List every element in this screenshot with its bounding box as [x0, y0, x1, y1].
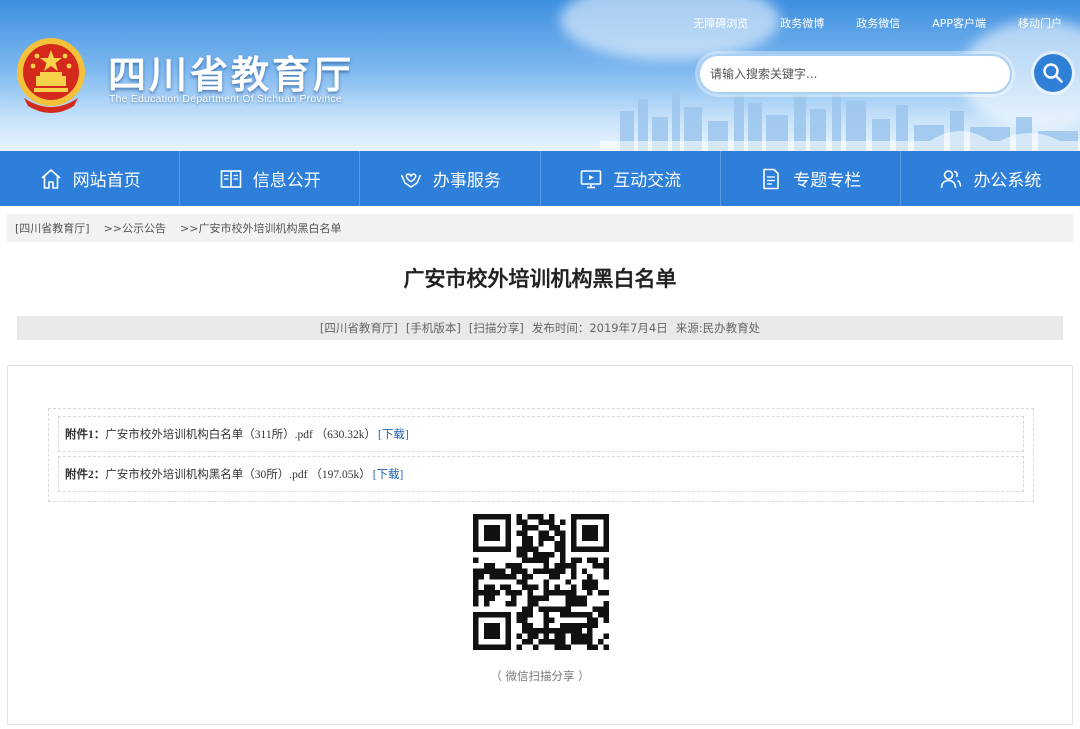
book-icon	[220, 169, 242, 188]
search-input[interactable]	[710, 64, 1000, 84]
nav-item-home[interactable]: 网站首页	[0, 151, 181, 206]
attachment-item: 附件2： 广安市校外培训机构黑名单（30所）.pdf （197.05k） [下载…	[58, 456, 1024, 492]
nav-item-interaction[interactable]: 互动交流	[541, 151, 721, 206]
nav-label: 信息公开	[252, 171, 321, 191]
search-button[interactable]	[1034, 54, 1072, 92]
mobile-portal-link[interactable]: 移动门户	[1018, 15, 1062, 31]
accessibility-link[interactable]: 无障碍浏览	[693, 15, 748, 31]
download-link[interactable]: [下载]	[373, 466, 404, 482]
nav-item-services[interactable]: 办事服务	[360, 151, 541, 206]
attachments-list: 附件1： 广安市校外培训机构白名单（311所）.pdf （630.32k） [下…	[48, 408, 1034, 502]
article-origin: 来源:民办教育处	[675, 321, 761, 335]
nav-label: 办事服务	[432, 171, 501, 191]
nav-label: 办公系统	[973, 171, 1042, 191]
wechat-share-qr-code	[473, 514, 609, 650]
publish-time: 发布时间：2019年7月4日	[531, 321, 668, 335]
home-icon	[41, 168, 61, 189]
download-link[interactable]: [下载]	[378, 426, 409, 442]
site-subtitle: The Education Department Of Sichuan Prov…	[109, 93, 342, 105]
document-icon	[763, 168, 780, 189]
wechat-link[interactable]: 政务微信	[856, 15, 900, 31]
app-client-link[interactable]: APP客户端	[932, 15, 986, 31]
site-header: 四川省教育厅 The Education Department Of Sichu…	[0, 0, 1080, 151]
attachment-label: 附件2：	[65, 469, 106, 481]
article-content: 附件1： 广安市校外培训机构白名单（311所）.pdf （630.32k） [下…	[7, 365, 1073, 725]
attachment-label: 附件1：	[65, 429, 106, 441]
article-meta: [四川省教育厅] [手机版本] [扫描分享] 发布时间：2019年7月4日 来源…	[17, 316, 1063, 340]
breadcrumb-announcements[interactable]: >>公示公告	[104, 220, 166, 236]
attachment-item: 附件1： 广安市校外培训机构白名单（311所）.pdf （630.32k） [下…	[58, 416, 1024, 452]
users-icon	[941, 169, 962, 188]
breadcrumb-home[interactable]: [四川省教育厅]	[15, 220, 90, 236]
top-links: 无障碍浏览 政务微博 政务微信 APP客户端 移动门户	[693, 15, 1062, 31]
search-icon	[1043, 63, 1063, 83]
main-nav: 网站首页 信息公开 办事服务 互动交流 专题专栏 办公系统	[0, 151, 1080, 206]
breadcrumb-current[interactable]: >>广安市校外培训机构黑白名单	[180, 220, 341, 236]
attachment-name: 广安市校外培训机构白名单（311所）.pdf （630.32k）	[105, 429, 377, 441]
meta-source-link[interactable]: [四川省教育厅]	[320, 320, 398, 336]
qr-caption: （ 微信扫描分享 ）	[490, 669, 590, 683]
nav-item-office-system[interactable]: 办公系统	[901, 151, 1080, 206]
nav-item-special-topics[interactable]: 专题专栏	[721, 151, 901, 206]
weibo-link[interactable]: 政务微博	[780, 15, 824, 31]
meta-mobile-link[interactable]: [手机版本]	[406, 320, 461, 336]
search-box	[698, 54, 1012, 94]
attachment-name: 广安市校外培训机构黑名单（30所）.pdf （197.05k）	[105, 469, 371, 481]
nav-label: 网站首页	[72, 171, 141, 191]
hands-heart-icon	[400, 172, 422, 188]
nav-item-info-disclosure[interactable]: 信息公开	[180, 151, 361, 206]
monitor-icon	[580, 169, 602, 188]
site-title: 四川省教育厅	[108, 53, 355, 97]
nav-label: 专题专栏	[793, 171, 862, 191]
breadcrumb: [四川省教育厅] >>公示公告 >>广安市校外培训机构黑白名单	[7, 214, 1073, 242]
national-emblem-logo	[17, 38, 85, 113]
nav-label: 互动交流	[613, 171, 682, 191]
meta-scan-share-link[interactable]: [扫描分享]	[469, 320, 524, 336]
article-title: 广安市校外培训机构黑白名单	[403, 267, 677, 291]
